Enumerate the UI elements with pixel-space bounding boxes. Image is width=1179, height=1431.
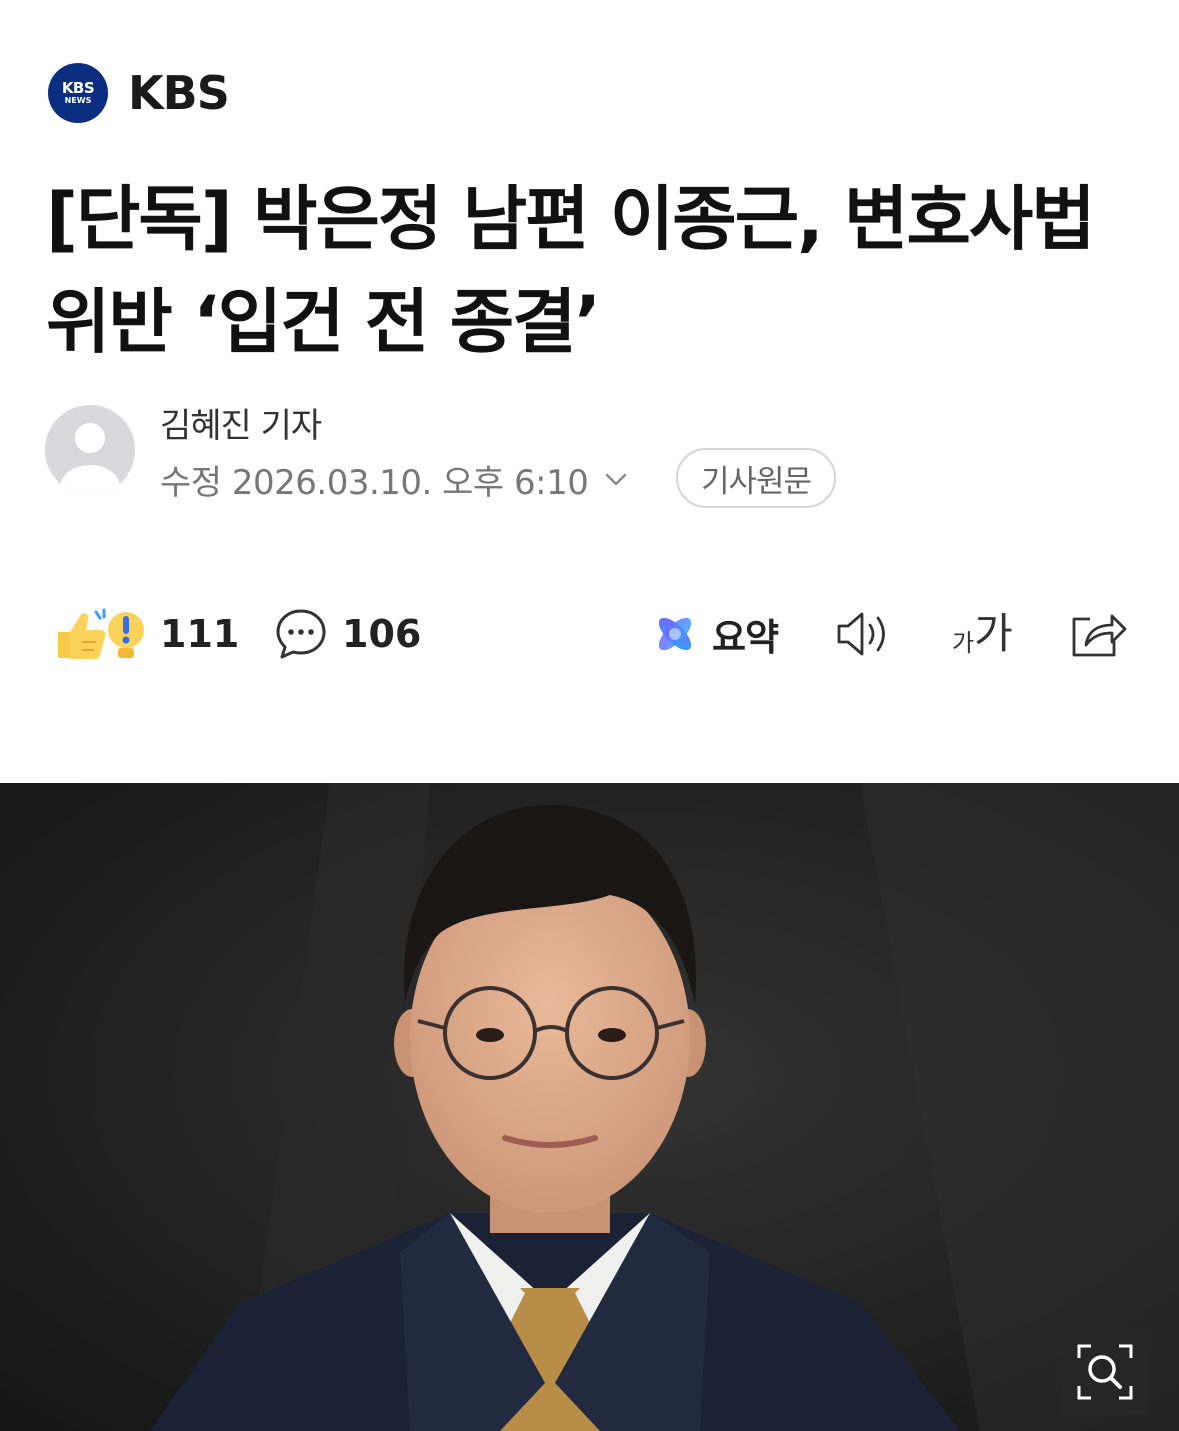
article-meta[interactable]: 수정 2026.03.10. 오후 6:10: [160, 454, 630, 504]
zoom-icon: [1077, 1344, 1133, 1400]
summary-icon: [658, 617, 692, 651]
author-avatar[interactable]: [45, 405, 135, 495]
press-name[interactable]: KBS: [128, 66, 230, 120]
comment-button[interactable]: 106: [274, 600, 421, 668]
comment-icon: [276, 609, 326, 659]
image-zoom-button[interactable]: [1062, 1329, 1148, 1415]
kbs-logo[interactable]: KBS NEWS: [48, 63, 108, 123]
font-size-large-glyph: 가: [974, 609, 1013, 658]
article-photo: [0, 783, 1179, 1431]
press-header[interactable]: KBS NEWS KBS: [48, 62, 230, 124]
default-avatar-icon: [45, 405, 135, 495]
comment-count: 106: [342, 612, 422, 656]
reaction-button[interactable]: 111: [52, 600, 239, 668]
share-icon: [1072, 614, 1127, 657]
reaction-count: 111: [160, 612, 240, 656]
font-size-button[interactable]: 가 가: [952, 600, 1013, 668]
font-size-icon: 가 가: [952, 609, 1013, 658]
kbs-logo-subtext: NEWS: [64, 96, 92, 105]
reaction-icon: [58, 608, 144, 659]
article-headline: [단독] 박은정 남편 이종근, 변호사법 위반 ‘입건 전 종결’: [46, 178, 1096, 363]
author-name[interactable]: 김혜진 기자: [160, 398, 322, 447]
speaker-icon: [837, 612, 885, 656]
portrait-photo: [0, 783, 1179, 1431]
summary-button[interactable]: 요약: [650, 600, 779, 668]
tts-button[interactable]: [834, 600, 894, 668]
share-button[interactable]: [1068, 600, 1128, 668]
modified-date: 수정 2026.03.10. 오후 6:10: [160, 462, 589, 503]
font-size-small-glyph: 가: [952, 629, 975, 657]
summary-label: 요약: [712, 616, 779, 659]
chevron-down-icon[interactable]: [602, 465, 630, 493]
kbs-logo-text: KBS: [61, 79, 95, 97]
original-article-button[interactable]: 기사원문: [676, 448, 836, 508]
